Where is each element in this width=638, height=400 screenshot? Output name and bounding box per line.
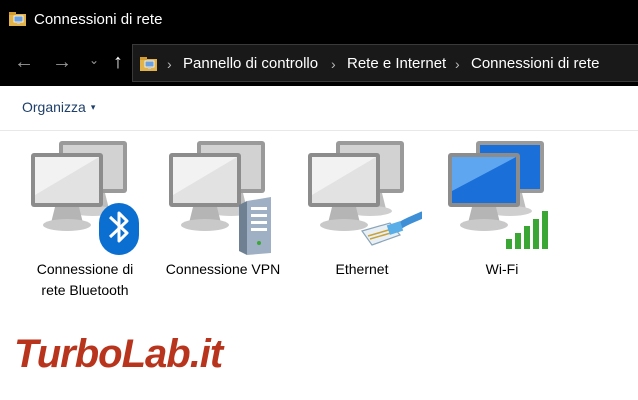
forward-arrow-icon[interactable]: → — [50, 50, 74, 74]
breadcrumb-network-connections[interactable]: Connessioni di rete — [471, 54, 599, 74]
connection-item-wifi[interactable]: Wi-Fi — [432, 131, 572, 311]
watermark-logo: TurboLab.it — [0, 318, 240, 400]
breadcrumb-separator[interactable]: › — [331, 54, 336, 74]
connection-label: Connessione di rete Bluetooth — [36, 261, 134, 298]
connection-item-ethernet[interactable]: Ethernet — [292, 131, 432, 311]
network-folder-icon — [140, 57, 157, 71]
bluetooth-icon — [99, 203, 139, 255]
connection-item-bluetooth[interactable]: Connessione di rete Bluetooth — [15, 131, 155, 311]
chevron-down-icon[interactable]: ⌄ — [82, 48, 106, 72]
window-title: Connessioni di rete — [34, 11, 163, 28]
up-arrow-icon[interactable]: ↑ — [106, 50, 130, 74]
connection-label: Connessione VPN — [165, 261, 281, 277]
wifi-signal-bars-icon — [506, 211, 548, 249]
breadcrumb-control-panel[interactable]: Pannello di controllo — [183, 54, 318, 74]
organize-button[interactable]: Organizza ▾ — [22, 99, 95, 115]
server-icon — [239, 197, 271, 255]
breadcrumb-separator[interactable]: › — [167, 54, 172, 74]
network-folder-icon — [9, 12, 26, 26]
network-computers-icon — [308, 141, 422, 246]
breadcrumb-network-internet[interactable]: Rete e Internet — [347, 54, 446, 74]
organize-label: Organizza — [22, 99, 86, 115]
back-arrow-icon[interactable]: ← — [12, 50, 36, 74]
navigation-bar: ← → ⌄ ↑ › Pannello di controllo › Rete e… — [0, 40, 638, 86]
watermark-text: TurboLab.it — [14, 332, 223, 376]
connection-item-vpn[interactable]: Connessione VPN — [153, 131, 293, 311]
command-bar: Organizza ▾ — [0, 86, 638, 131]
breadcrumb-separator[interactable]: › — [455, 54, 460, 74]
address-bar[interactable]: › Pannello di controllo › Rete e Interne… — [132, 44, 638, 82]
network-computers-icon — [31, 141, 139, 255]
connection-label: Ethernet — [335, 261, 389, 277]
network-computers-icon — [169, 141, 271, 255]
ethernet-cable-icon — [361, 211, 422, 246]
network-computers-icon — [448, 141, 548, 249]
connection-label: Wi-Fi — [485, 261, 519, 277]
chevron-down-icon: ▾ — [90, 102, 96, 112]
title-bar: Connessioni di rete — [0, 0, 638, 40]
